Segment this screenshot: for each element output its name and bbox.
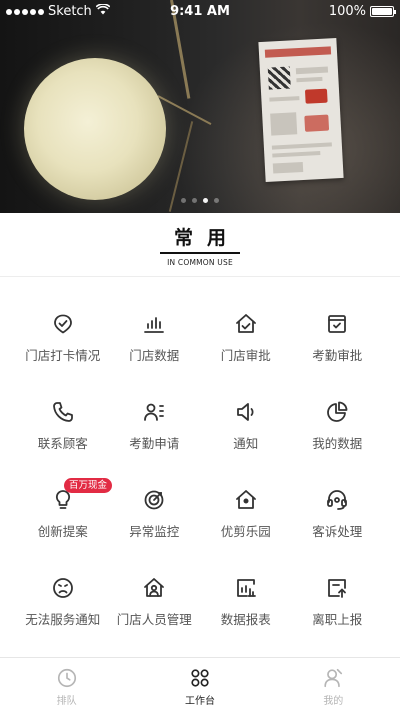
- grid-item-cannot-serve[interactable]: 无法服务通知: [17, 560, 109, 648]
- upload-doc-icon: [325, 576, 349, 600]
- person-icon: [322, 667, 344, 689]
- tab-label: 工作台: [184, 696, 215, 707]
- carousel-dot-active[interactable]: [203, 198, 208, 203]
- house-icon: [234, 488, 258, 512]
- carousel-dot[interactable]: [181, 198, 186, 203]
- target-icon: [142, 488, 166, 512]
- bar-chart-icon: [142, 312, 166, 336]
- grid-item-complaint[interactable]: 客诉处理: [292, 472, 384, 560]
- grid-item-label: 我的数据: [312, 436, 363, 451]
- tab-queue[interactable]: 排队: [0, 658, 133, 710]
- grid-item-label: 无法服务通知: [25, 612, 101, 627]
- tab-mine[interactable]: 我的: [267, 658, 400, 710]
- grid-item-anomaly-monitor[interactable]: 异常监控: [109, 472, 201, 560]
- grid-item-contact-customer[interactable]: 联系顾客: [17, 384, 109, 472]
- grid-item-label: 异常监控: [129, 524, 180, 539]
- section-subtitle: IN COMMON USE: [167, 258, 233, 267]
- grid-item-data-report[interactable]: 数据报表: [200, 560, 292, 648]
- grid-item-notice[interactable]: 通知: [200, 384, 292, 472]
- lamp-globe: [24, 58, 166, 200]
- grid-item-label: 离职上报: [312, 612, 363, 627]
- carousel-dot[interactable]: [214, 198, 219, 203]
- carousel-dot[interactable]: [192, 198, 197, 203]
- grid-item-label: 数据报表: [220, 612, 271, 627]
- grid-item-store-data[interactable]: 门店数据: [109, 296, 201, 384]
- tab-label: 我的: [323, 696, 344, 707]
- phone-icon: [51, 400, 75, 424]
- house-user-icon: [142, 576, 166, 600]
- wall-poster: [258, 38, 344, 182]
- section-title: 常用: [159, 227, 240, 254]
- inbox-check-icon: [325, 312, 349, 336]
- tab-label: 排队: [56, 696, 77, 707]
- function-grid: 门店打卡情况 门店数据 门店审批 考勤审批 联系顾客 考勤申请 通知 我的数据 …: [17, 296, 383, 648]
- grid-item-label: 通知: [233, 436, 259, 451]
- clock-icon: [56, 667, 78, 689]
- hero-banner[interactable]: [0, 0, 400, 213]
- grid-item-label: 联系顾客: [37, 436, 88, 451]
- grid-item-staff-management[interactable]: 门店人员管理: [109, 560, 201, 648]
- grid-item-paradise[interactable]: 优剪乐园: [200, 472, 292, 560]
- grid-item-label: 门店打卡情况: [25, 348, 101, 363]
- cash-badge: 百万现金: [64, 478, 113, 493]
- grid-item-label: 创新提案: [37, 524, 88, 539]
- grid-item-label: 考勤申请: [129, 436, 180, 451]
- grid-item-label: 优剪乐园: [220, 524, 271, 539]
- home-check-icon: [234, 312, 258, 336]
- check-circle-icon: [51, 312, 75, 336]
- speaker-icon: [234, 400, 258, 424]
- grid-item-my-data[interactable]: 我的数据: [292, 384, 384, 472]
- report-icon: [234, 576, 258, 600]
- grid-item-label: 考勤审批: [312, 348, 363, 363]
- grid-item-label: 门店人员管理: [116, 612, 192, 627]
- section-header: 常用 IN COMMON USE: [0, 213, 400, 277]
- grid-item-label: 门店审批: [220, 348, 271, 363]
- battery-icon: [370, 6, 396, 17]
- battery-percent: 100%: [328, 4, 366, 19]
- grid-item-label: 门店数据: [129, 348, 180, 363]
- grid-item-attendance-approval[interactable]: 考勤审批: [292, 296, 384, 384]
- grid-item-store-approval[interactable]: 门店审批: [200, 296, 292, 384]
- sad-face-icon: [51, 576, 75, 600]
- grid-item-label: 客诉处理: [312, 524, 363, 539]
- grid-item-store-checkin[interactable]: 门店打卡情况: [17, 296, 109, 384]
- status-bar: Sketch 9:41 AM 100%: [0, 0, 400, 24]
- bottom-tab-bar: 排队 工作台 我的: [0, 657, 400, 710]
- grid-item-resignation[interactable]: 离职上报: [292, 560, 384, 648]
- pie-chart-icon: [325, 400, 349, 424]
- grid-item-attendance-request[interactable]: 考勤申请: [109, 384, 201, 472]
- grid-icon: [189, 667, 211, 689]
- user-list-icon: [142, 400, 166, 424]
- grid-item-innovation-proposal[interactable]: 百万现金 创新提案: [17, 472, 113, 560]
- headset-icon: [325, 488, 349, 512]
- carousel-dots[interactable]: [0, 198, 400, 204]
- tab-workbench[interactable]: 工作台: [133, 658, 266, 710]
